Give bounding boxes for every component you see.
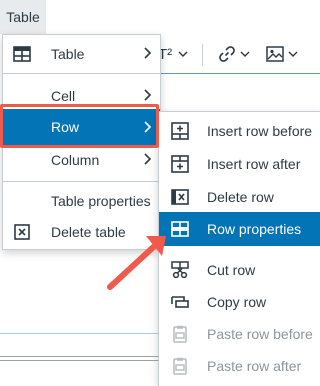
insert-row-after-icon — [171, 155, 189, 173]
menu-item-label: Row properties — [207, 221, 302, 237]
menu-item-table-properties[interactable]: Table properties — [3, 184, 160, 218]
toolbar-underline — [158, 73, 320, 74]
menu-item-label: Paste row before — [207, 326, 313, 342]
menu-item-paste-row-after[interactable]: Paste row after — [159, 349, 320, 383]
menu-item-column[interactable]: Column — [3, 143, 160, 177]
menu-divider — [3, 73, 160, 74]
menubar-table-label: Table — [6, 9, 40, 25]
editor-content-line — [0, 333, 160, 334]
link-icon — [219, 46, 235, 62]
menu-item-label: Insert row after — [207, 156, 301, 172]
row-highlight-callout — [0, 104, 159, 148]
menu-divider — [3, 181, 160, 182]
menu-item-cut-row[interactable]: Cut row — [159, 253, 320, 287]
chevron-right-icon — [144, 153, 152, 165]
chevron-right-icon — [144, 47, 152, 59]
paste-row-after-icon — [173, 357, 187, 375]
menu-item-table[interactable]: Table — [3, 37, 160, 71]
chevron-down-icon — [240, 51, 250, 57]
menu-item-copy-row[interactable]: Copy row — [159, 285, 320, 319]
delete-table-icon — [14, 224, 30, 240]
image-icon — [266, 46, 284, 62]
toolbar-separator — [202, 44, 203, 66]
menu-item-label: Table properties — [51, 193, 151, 209]
chevron-right-icon — [144, 89, 152, 101]
menu-item-label: Copy row — [207, 294, 267, 310]
menu-item-label: Delete row — [207, 189, 274, 205]
insert-row-before-icon — [171, 122, 189, 140]
link-button[interactable] — [218, 42, 250, 66]
delete-row-icon — [171, 189, 189, 205]
menu-item-label: Cut row — [207, 262, 256, 278]
menu-item-delete-row[interactable]: Delete row — [159, 180, 320, 214]
image-button[interactable] — [266, 42, 298, 66]
menu-item-label: Cell — [51, 88, 76, 104]
menu-item-label: Table — [51, 46, 85, 62]
superscript-button[interactable]: T² — [158, 42, 188, 66]
menu-item-row-properties[interactable]: Row properties — [159, 212, 320, 246]
editor-content-line — [0, 360, 160, 361]
table-icon — [13, 46, 31, 62]
chevron-down-icon — [288, 51, 298, 57]
annotation-arrow-icon — [107, 236, 166, 290]
copy-row-icon — [171, 296, 189, 308]
editor-content-line — [0, 356, 160, 357]
paste-row-before-icon — [173, 325, 187, 343]
menu-item-insert-row-before[interactable]: Insert row before — [159, 114, 320, 148]
row-submenu: Insert row before Insert row after Delet… — [158, 111, 320, 386]
menu-item-label: Paste row after — [207, 358, 302, 374]
menu-item-insert-row-after[interactable]: Insert row after — [159, 147, 320, 181]
menubar-table-button[interactable]: Table — [0, 0, 46, 34]
chevron-down-icon — [178, 51, 188, 57]
menu-item-label: Column — [51, 152, 100, 168]
menu-item-paste-row-before[interactable]: Paste row before — [159, 317, 320, 351]
menubar: Table — [0, 0, 320, 34]
menu-item-label: Insert row before — [207, 123, 313, 139]
